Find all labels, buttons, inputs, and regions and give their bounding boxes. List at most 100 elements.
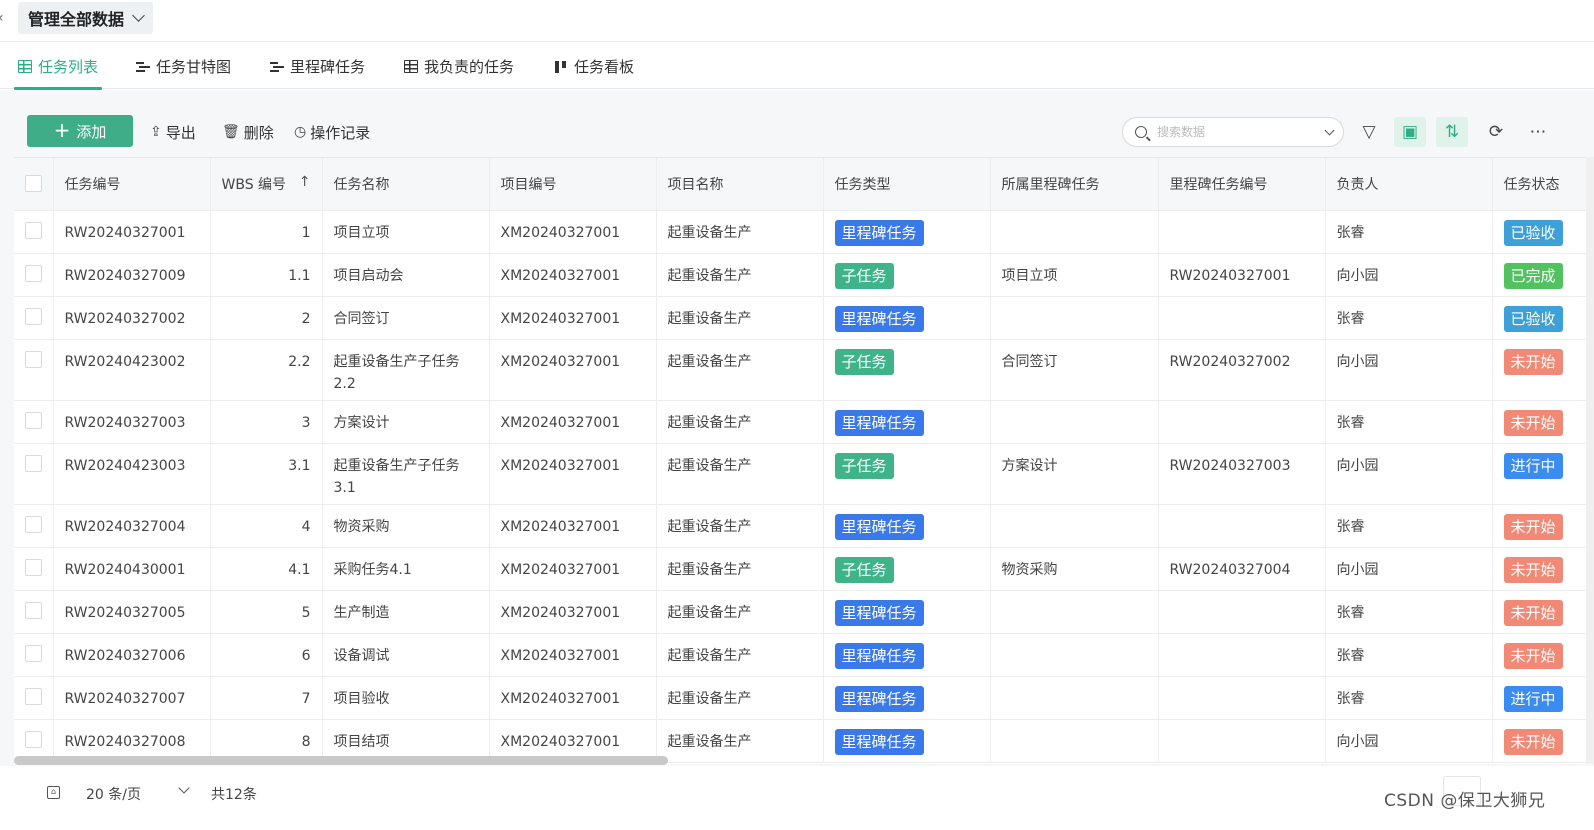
vertical-scrollbar[interactable] bbox=[1586, 157, 1594, 764]
cell-id: RW20240327002 bbox=[53, 296, 211, 340]
back-arrow-icon[interactable]: ‹ bbox=[0, 8, 12, 28]
tab-my-tasks[interactable]: 我负责的任务 bbox=[404, 43, 514, 89]
cell-milestone-no bbox=[1158, 676, 1326, 720]
tab-milestone-tasks[interactable]: 里程碑任务 bbox=[270, 43, 365, 89]
more-button[interactable]: ⋯ bbox=[1522, 117, 1554, 147]
cell-project-name: 起重设备生产 bbox=[656, 253, 824, 297]
column-header[interactable]: 里程碑任务编号 bbox=[1158, 158, 1326, 211]
table-row[interactable]: RW20240327004 4 物资采购 XM20240327001 起重设备生产 里程碑… bbox=[14, 504, 1594, 548]
row-checkbox[interactable] bbox=[25, 687, 42, 705]
row-checkbox[interactable] bbox=[25, 307, 42, 325]
cell-owner: 张睿 bbox=[1325, 296, 1493, 340]
filter-button[interactable]: ▽ bbox=[1353, 117, 1385, 147]
row-checkbox[interactable] bbox=[25, 515, 42, 533]
cell-project-no: XM20240327001 bbox=[489, 443, 657, 505]
row-checkbox[interactable] bbox=[25, 601, 42, 619]
cell-project-name: 起重设备生产 bbox=[656, 339, 824, 401]
task-type-tag: 子任务 bbox=[834, 262, 894, 289]
select-all-checkbox[interactable] bbox=[25, 175, 42, 193]
cell-owner: 张睿 bbox=[1325, 400, 1493, 444]
sort-ascending-icon[interactable]: ↑ bbox=[299, 174, 311, 190]
delete-label: 删除 bbox=[243, 123, 274, 142]
table-row[interactable]: RW20240327007 7 项目验收 XM20240327001 起重设备生产 里程碑… bbox=[14, 676, 1594, 720]
chevron-down-icon[interactable] bbox=[178, 782, 190, 794]
column-header[interactable]: 任务名称 bbox=[322, 158, 490, 211]
table-row[interactable]: RW20240327009 1.1 项目启动会 XM20240327001 起重设备生产… bbox=[14, 253, 1594, 297]
export-button[interactable]: ⇪ 导出 bbox=[150, 120, 196, 144]
task-type-tag: 里程碑任务 bbox=[834, 599, 924, 626]
cell-type: 子任务 bbox=[823, 253, 991, 297]
status-badge: 已验收 bbox=[1503, 219, 1563, 246]
task-type-tag: 里程碑任务 bbox=[834, 513, 924, 540]
row-select-cell bbox=[14, 504, 54, 548]
operation-log-button[interactable]: ◷ 操作记录 bbox=[294, 120, 370, 144]
cell-project-name: 起重设备生产 bbox=[656, 590, 824, 634]
row-checkbox[interactable] bbox=[25, 221, 42, 239]
data-scope-label: 管理全部数据 bbox=[28, 10, 125, 29]
row-checkbox[interactable] bbox=[25, 264, 42, 282]
cell-project-name: 起重设备生产 bbox=[656, 633, 824, 677]
cell-wbs: 1.1 bbox=[210, 253, 323, 297]
table-row[interactable]: RW20240423002 2.2 起重设备生产子任务2.2 XM2024032700… bbox=[14, 339, 1594, 401]
horizontal-scrollbar[interactable] bbox=[14, 756, 668, 765]
task-type-tag: 子任务 bbox=[834, 452, 894, 479]
column-header[interactable]: 项目名称 bbox=[656, 158, 824, 211]
search-input[interactable] bbox=[1157, 125, 1307, 139]
data-scope-select[interactable]: 管理全部数据 bbox=[18, 2, 154, 34]
cell-name: 设备调试 bbox=[322, 633, 490, 677]
table-row[interactable]: RW20240327005 5 生产制造 XM20240327001 起重设备生产 里程碑… bbox=[14, 590, 1594, 634]
row-checkbox[interactable] bbox=[25, 558, 42, 576]
row-select-cell bbox=[14, 296, 54, 340]
cell-id: RW20240423002 bbox=[53, 339, 211, 401]
cell-milestone-no bbox=[1158, 210, 1326, 254]
add-button[interactable]: + 添加 bbox=[27, 115, 133, 147]
column-header-wbs[interactable]: WBS 编号 ↑ bbox=[210, 158, 323, 211]
tab-task-kanban[interactable]: 任务看板 bbox=[554, 43, 634, 89]
column-header[interactable]: 负责人 bbox=[1325, 158, 1493, 211]
column-header[interactable]: 任务编号 bbox=[53, 158, 211, 211]
tab-label: 里程碑任务 bbox=[290, 57, 366, 76]
pagination-bar: ⌂ 20 条/页 共12条 CSDN @保卫大狮兄 bbox=[0, 766, 1594, 830]
table-row[interactable]: RW20240327003 3 方案设计 XM20240327001 起重设备生产 里程碑… bbox=[14, 400, 1594, 444]
refresh-button[interactable]: ⟳ bbox=[1480, 117, 1512, 147]
operation-log-label: 操作记录 bbox=[310, 123, 371, 142]
cell-id: RW20240327005 bbox=[53, 590, 211, 634]
cell-milestone: 合同签订 bbox=[990, 339, 1159, 401]
column-header[interactable]: 项目编号 bbox=[489, 158, 657, 211]
row-checkbox[interactable] bbox=[25, 411, 42, 429]
cell-milestone-no bbox=[1158, 296, 1326, 340]
view-settings-button[interactable]: ▣ bbox=[1394, 117, 1426, 147]
table-row[interactable]: RW20240430001 4.1 采购任务4.1 XM20240327001 起重设备… bbox=[14, 547, 1594, 591]
table-row[interactable]: RW20240327006 6 设备调试 XM20240327001 起重设备生产 里程碑… bbox=[14, 633, 1594, 677]
table-row[interactable]: RW20240327001 1 项目立项 XM20240327001 起重设备生产 里程碑… bbox=[14, 210, 1594, 254]
status-badge: 未开始 bbox=[1503, 409, 1563, 436]
cell-milestone-no bbox=[1158, 400, 1326, 444]
column-header[interactable]: 任务类型 bbox=[823, 158, 991, 211]
tab-task-gantt[interactable]: 任务甘特图 bbox=[136, 43, 231, 89]
row-checkbox[interactable] bbox=[25, 644, 42, 662]
cell-status: 进行中 bbox=[1492, 676, 1594, 720]
cell-owner: 张睿 bbox=[1325, 590, 1493, 634]
refresh-icon: ⟳ bbox=[1488, 122, 1504, 142]
tree-view-button[interactable]: ⇅ bbox=[1436, 117, 1468, 147]
column-header[interactable]: 任务状态 bbox=[1492, 158, 1594, 211]
cell-project-no: XM20240327001 bbox=[489, 400, 657, 444]
page-size-select[interactable]: 20 条/页 bbox=[86, 784, 141, 804]
row-checkbox[interactable] bbox=[25, 350, 42, 368]
cell-project-no: XM20240327001 bbox=[489, 296, 657, 340]
tab-task-list[interactable]: 任务列表 bbox=[13, 43, 103, 90]
cell-milestone: 物资采购 bbox=[990, 547, 1159, 591]
row-checkbox[interactable] bbox=[25, 730, 42, 748]
column-header[interactable]: 所属里程碑任务 bbox=[990, 158, 1159, 211]
search-box[interactable] bbox=[1122, 117, 1344, 147]
delete-button[interactable]: 🗑 删除 bbox=[222, 120, 274, 144]
row-select-cell bbox=[14, 210, 54, 254]
chevron-down-icon[interactable] bbox=[1324, 125, 1335, 135]
task-table: 任务编号 WBS 编号 ↑ 任务名称 项目编号 项目名称 任务类型 所属里程碑任务… bbox=[14, 158, 1594, 763]
task-type-tag: 里程碑任务 bbox=[834, 642, 924, 669]
table-row[interactable]: RW20240327002 2 合同签订 XM20240327001 起重设备生产 里程碑… bbox=[14, 296, 1594, 340]
cell-type: 子任务 bbox=[823, 547, 991, 591]
table-row[interactable]: RW20240423003 3.1 起重设备生产子任务3.1 XM2024032700… bbox=[14, 443, 1594, 505]
row-checkbox[interactable] bbox=[25, 454, 42, 472]
cell-name: 起重设备生产子任务3.1 bbox=[322, 443, 490, 505]
